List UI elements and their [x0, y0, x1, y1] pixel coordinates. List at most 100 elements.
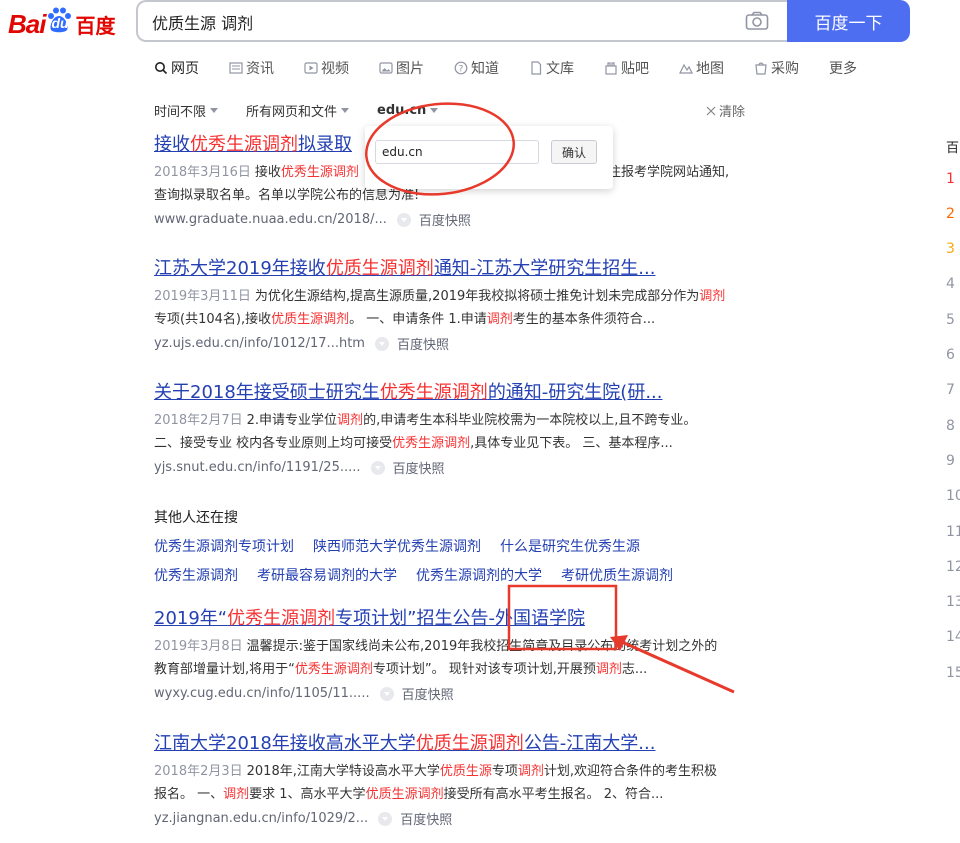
result-url[interactable]: wyxy.cug.edu.cn/info/1105/11..... — [154, 686, 370, 701]
caret-down-icon — [430, 108, 439, 113]
related-search-link[interactable]: 什么是研究生优秀生源 — [500, 536, 640, 556]
hot-rank-number: 14 — [946, 629, 960, 645]
tab-image[interactable]: 图片 — [379, 58, 424, 78]
result-url[interactable]: yz.ujs.edu.cn/info/1012/17...htm — [154, 336, 365, 351]
shop-icon — [754, 61, 768, 75]
hot-rank-number: 1 — [946, 171, 955, 187]
caret-down-icon — [210, 108, 219, 113]
video-icon — [304, 61, 318, 75]
dropdown-icon[interactable] — [370, 460, 385, 475]
tab-video[interactable]: 视频 — [304, 58, 349, 78]
dropdown-icon[interactable] — [379, 686, 394, 701]
result-title-link[interactable]: 关于2018年接受硕士研究生优秀生源调剂的通知-研究生院(研... — [154, 380, 784, 406]
cache-link[interactable]: 百度快照 — [397, 334, 449, 353]
result-url-row: wyxy.cug.edu.cn/info/1105/11..... 百度快照 — [154, 684, 784, 703]
caret-down-icon — [341, 108, 350, 113]
site-filter-popup: 确认 — [365, 126, 613, 189]
time-filter-label: 时间不限 — [154, 105, 207, 120]
related-searches-title: 其他人还在搜 — [154, 510, 238, 526]
hot-rank-number: 11 — [946, 524, 960, 540]
hot-rank-number: 15 — [946, 665, 960, 681]
tab-map[interactable]: 地图 — [679, 58, 724, 78]
hot-list-title: 百 — [946, 141, 960, 156]
tab-news[interactable]: 资讯 — [229, 58, 274, 78]
result-abstract: 2019年3月11日 为优化生源结构,提高生源质量,2019年我校拟将硕士推免计划… — [154, 289, 726, 327]
hot-rank-number: 5 — [946, 312, 955, 328]
close-icon — [706, 106, 716, 115]
tab-label: 知道 — [471, 61, 499, 77]
logo-text-bai: Bai — [8, 8, 46, 39]
related-search-link[interactable]: 优秀生源调剂的大学 — [416, 565, 542, 585]
filetype-filter-label: 所有网页和文件 — [246, 105, 338, 120]
document-icon — [529, 61, 543, 75]
search-result: 2019年“优秀生源调剂专项计划”招生公告-外国语学院 2019年3月8日 温馨提… — [154, 606, 784, 703]
dropdown-icon[interactable] — [374, 336, 389, 351]
related-search-link[interactable]: 优秀生源调剂 — [154, 565, 238, 585]
result-url-row: www.graduate.nuaa.edu.cn/2018/... 百度快照 — [154, 210, 784, 229]
hot-rank-number: 13 — [946, 594, 960, 610]
tab-label: 地图 — [696, 61, 724, 77]
result-date: 2018年2月7日 — [154, 413, 243, 428]
image-icon — [379, 61, 393, 75]
result-abstract: 2018年2月3日 2018年,江南大学特设高水平大学优质生源专项调剂计划,欢迎符… — [154, 764, 718, 802]
related-search-link[interactable]: 考研优质生源调剂 — [561, 565, 673, 585]
dropdown-icon[interactable] — [396, 212, 411, 227]
tab-tieba[interactable]: 贴吧 — [604, 58, 649, 78]
result-title-link[interactable]: 江苏大学2019年接收优质生源调剂通知-江苏大学研究生招生... — [154, 256, 784, 282]
related-search-link[interactable]: 陕西师范大学优秀生源调剂 — [313, 536, 481, 556]
tab-label: 网页 — [171, 61, 199, 77]
result-url-row: yjs.snut.edu.cn/info/1191/25..... 百度快照 — [154, 458, 784, 477]
svg-text:?: ? — [459, 65, 464, 75]
cache-link[interactable]: 百度快照 — [402, 684, 454, 703]
tab-label: 资讯 — [246, 61, 274, 77]
result-url[interactable]: yjs.snut.edu.cn/info/1191/25..... — [154, 460, 361, 475]
camera-icon[interactable] — [745, 11, 769, 31]
hot-rank-number: 6 — [946, 347, 955, 363]
dropdown-icon[interactable] — [378, 811, 393, 826]
result-url[interactable]: www.graduate.nuaa.edu.cn/2018/... — [154, 212, 387, 227]
search-result: 关于2018年接受硕士研究生优秀生源调剂的通知-研究生院(研... 2018年2… — [154, 380, 784, 477]
clear-filter-button[interactable]: 清除 — [706, 101, 745, 120]
tab-label: 视频 — [321, 61, 349, 77]
tab-web[interactable]: 网页 — [154, 58, 199, 78]
related-search-link[interactable]: 优秀生源调剂专项计划 — [154, 536, 294, 556]
cache-link[interactable]: 百度快照 — [419, 210, 471, 229]
hot-rank-number: 2 — [946, 206, 955, 222]
tab-wenku[interactable]: 文库 — [529, 58, 574, 78]
cache-link[interactable]: 百度快照 — [400, 809, 452, 828]
result-abstract: 2019年3月8日 温馨提示:鉴于国家线尚未公布,2019年我校招生简章及目录公布… — [154, 639, 718, 677]
result-title-link[interactable]: 江南大学2018年接收高水平大学优质生源调剂公告-江南大学... — [154, 731, 784, 757]
search-result: 江南大学2018年接收高水平大学优质生源调剂公告-江南大学... 2018年2月… — [154, 731, 784, 828]
news-icon — [229, 61, 243, 75]
tieba-icon — [604, 61, 618, 75]
result-abstract: 2018年2月7日 2.申请专业学位调剂的,申请考生本科毕业院校需为一本院校以上,… — [154, 413, 697, 451]
clear-label: 清除 — [719, 105, 746, 120]
related-search-link[interactable]: 考研最容易调剂的大学 — [257, 565, 397, 585]
search-input[interactable] — [152, 11, 712, 33]
search-box — [136, 0, 787, 42]
tab-purchase[interactable]: 采购 — [754, 58, 799, 78]
question-icon: ? — [454, 61, 468, 75]
related-searches-row: 优秀生源调剂 考研最容易调剂的大学 优秀生源调剂的大学 考研优质生源调剂 — [154, 565, 692, 585]
search-icon — [154, 61, 168, 75]
result-date: 2018年3月16日 — [154, 165, 251, 180]
cache-link[interactable]: 百度快照 — [393, 458, 445, 477]
confirm-button[interactable]: 确认 — [551, 140, 597, 164]
time-filter[interactable]: 时间不限 — [154, 101, 219, 120]
result-url-row: yz.ujs.edu.cn/info/1012/17...htm 百度快照 — [154, 334, 784, 353]
site-input[interactable] — [375, 140, 539, 164]
site-filter[interactable]: edu.cn — [377, 101, 439, 120]
tab-zhidao[interactable]: ? 知道 — [454, 58, 499, 78]
related-searches-row: 优秀生源调剂专项计划 陕西师范大学优秀生源调剂 什么是研究生优秀生源 — [154, 536, 659, 556]
search-button[interactable]: 百度一下 — [787, 0, 910, 42]
tab-more[interactable]: 更多 — [829, 58, 857, 78]
baidu-logo[interactable]: Bai du 百度 — [8, 4, 115, 44]
result-title-link[interactable]: 2019年“优秀生源调剂专项计划”招生公告-外国语学院 — [154, 606, 784, 632]
result-date: 2019年3月8日 — [154, 639, 243, 654]
logo-text-cn: 百度 — [75, 13, 116, 38]
filter-bar: 时间不限 所有网页和文件 edu.cn — [154, 101, 466, 120]
result-date: 2019年3月11日 — [154, 289, 251, 304]
filetype-filter[interactable]: 所有网页和文件 — [246, 101, 350, 120]
hot-rank-number: 12 — [946, 559, 960, 575]
result-url[interactable]: yz.jiangnan.edu.cn/info/1029/2... — [154, 811, 368, 826]
